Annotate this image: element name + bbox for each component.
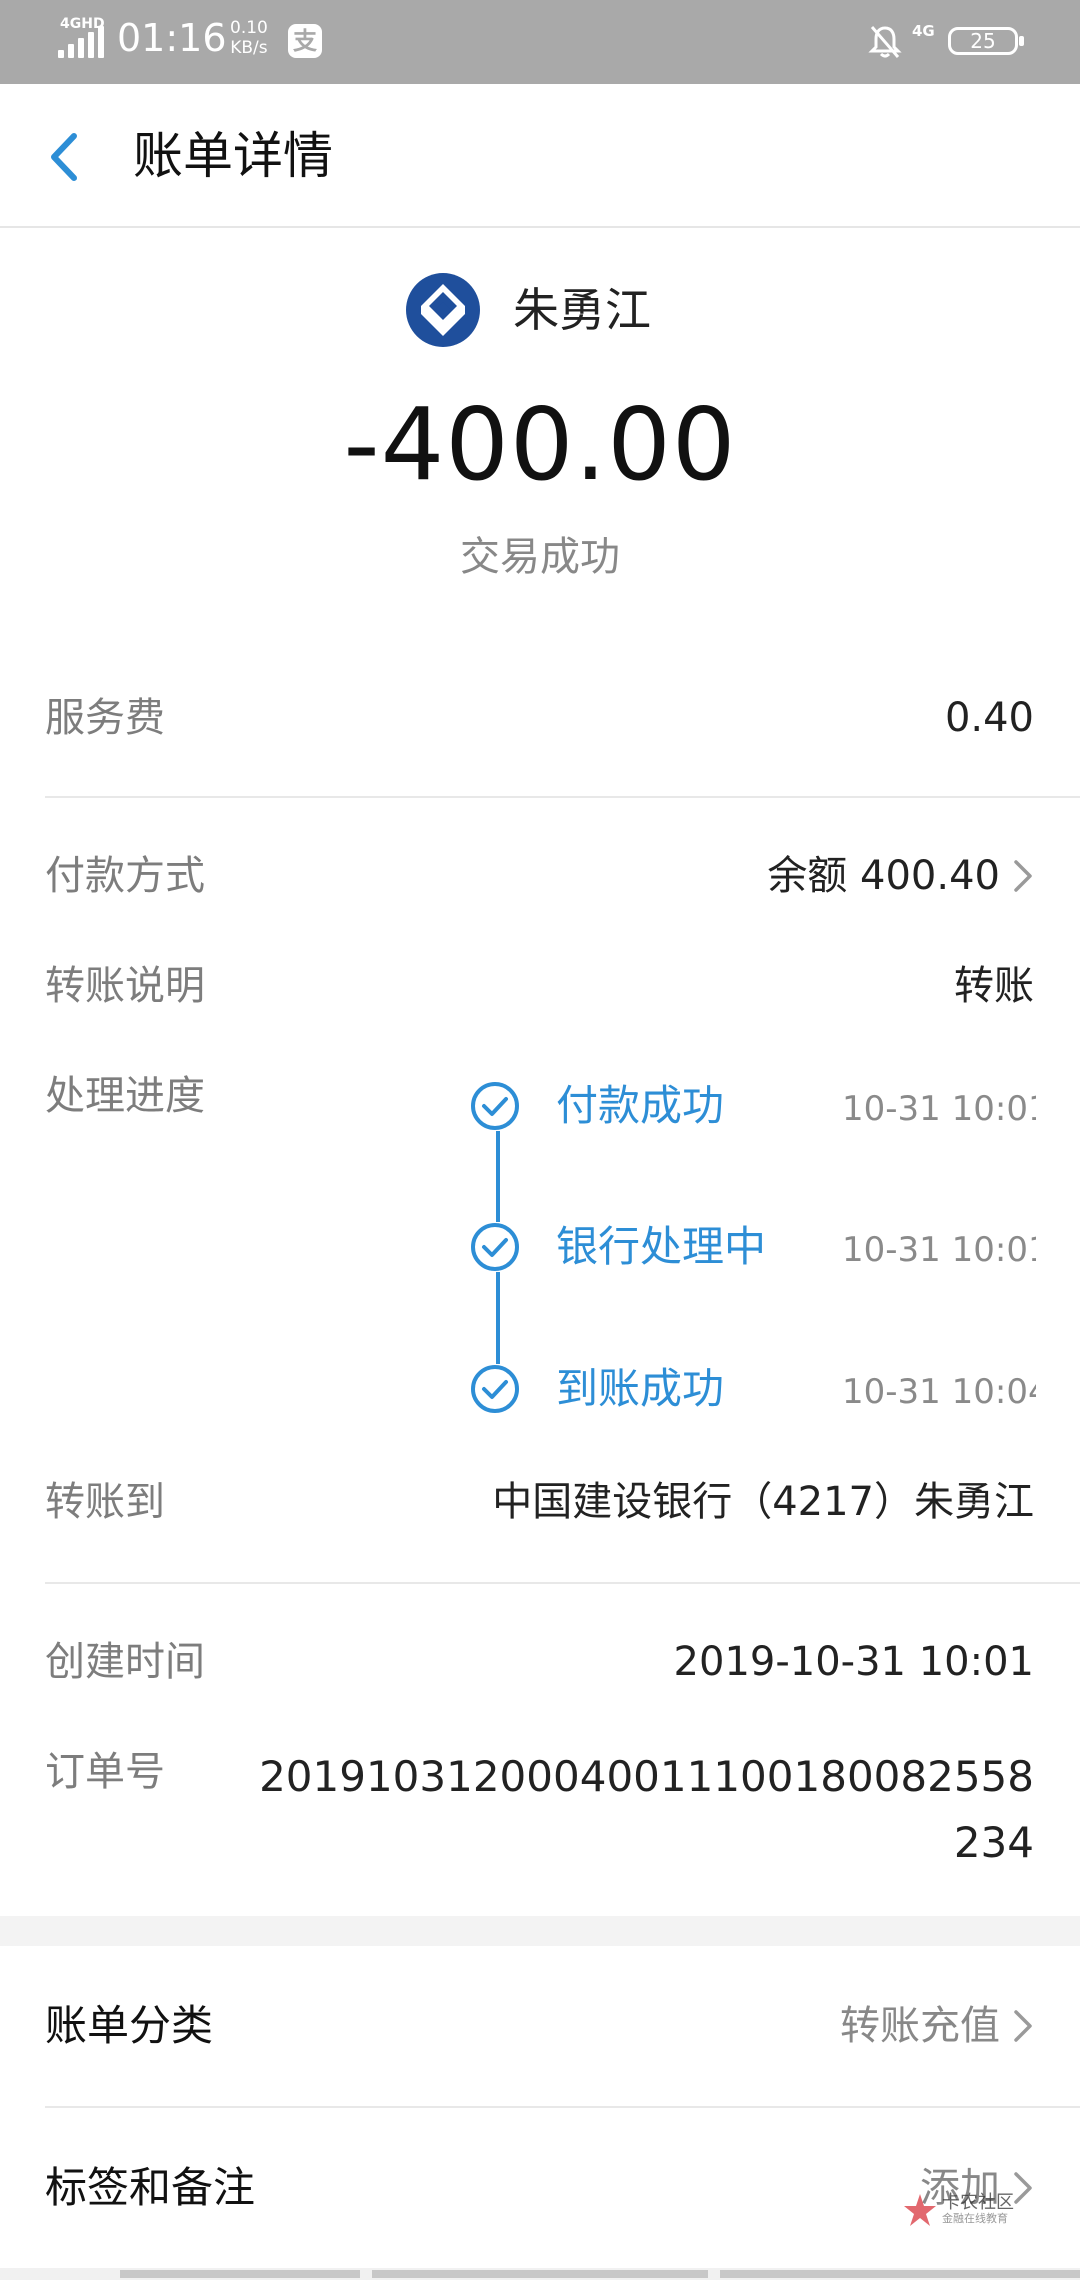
- page-title: 账单详情: [133, 127, 333, 185]
- ccb-bank-logo-icon: [406, 273, 480, 347]
- payment-method-label: 付款方式: [45, 853, 205, 899]
- status-bar: 4GHD 01:16 0.10 KB/s 支 4G 25: [0, 0, 1080, 84]
- progress-step-time: 10-31 10:01: [842, 1089, 1036, 1129]
- watermark-logo-icon: [904, 2194, 936, 2226]
- created-time-value: 2019-10-31 10:01: [673, 1639, 1034, 1685]
- network-speed: 0.10 KB/s: [230, 18, 268, 58]
- fee-value: 0.40: [944, 695, 1034, 741]
- transaction-amount: -400.00: [343, 386, 737, 503]
- progress-label: 处理进度: [45, 1073, 205, 1119]
- progress-step-label: 付款成功: [556, 1081, 725, 1130]
- check-circle-icon: [470, 1364, 520, 1414]
- chevron-right-icon: [1014, 2010, 1032, 2042]
- bill-category-row[interactable]: 转账充值: [840, 1996, 1034, 2056]
- bill-category-value: 转账充值: [840, 2003, 1000, 2049]
- memo-label: 转账说明: [45, 963, 205, 1009]
- transfer-to-label: 转账到: [45, 1479, 165, 1525]
- status-time: 01:16: [117, 16, 227, 60]
- divider: [45, 796, 1080, 798]
- progress-step-label: 到账成功: [556, 1364, 725, 1413]
- tags-notes-label: 标签和备注: [45, 2163, 256, 2212]
- chevron-right-icon: [1014, 860, 1032, 892]
- check-circle-icon: [470, 1222, 520, 1272]
- bell-muted-icon: [868, 26, 902, 58]
- transfer-to-value: 中国建设银行（4217）朱勇江: [492, 1479, 1034, 1525]
- progress-step-time: 10-31 10:04: [842, 1372, 1036, 1412]
- speed-value: 0.10: [230, 18, 268, 38]
- check-circle-icon: [470, 1081, 520, 1131]
- signal-icon: 4GHD: [58, 16, 106, 58]
- battery-icon: 25: [948, 27, 1024, 55]
- transaction-status: 交易成功: [460, 534, 620, 580]
- progress-step-label: 银行处理中: [556, 1222, 767, 1271]
- order-number-label: 订单号: [45, 1749, 165, 1795]
- watermark: 卡农社区 金融在线教育: [902, 2188, 1042, 2232]
- nav-header: 账单详情: [0, 84, 1080, 228]
- divider: [45, 1582, 1080, 1584]
- memo-value: 转账: [954, 963, 1034, 1009]
- speed-unit: KB/s: [230, 38, 268, 58]
- network-4g: 4G: [912, 22, 935, 40]
- fee-label: 服务费: [45, 695, 165, 741]
- progress-step-time: 10-31 10:01: [842, 1230, 1036, 1270]
- order-number-value: 20191031200040011100180082558234: [259, 1752, 1034, 1867]
- alipay-notification-icon: 支: [288, 24, 322, 58]
- payment-method-value: 余额 400.40: [767, 853, 1000, 899]
- bottom-indicator: [0, 2268, 1080, 2280]
- payment-method-row[interactable]: 余额 400.40: [767, 848, 1034, 904]
- section-gap: [0, 1916, 1080, 1946]
- watermark-subtext: 金融在线教育: [942, 2212, 1008, 2225]
- payee-name: 朱勇江: [513, 283, 651, 337]
- back-icon[interactable]: [44, 130, 84, 184]
- bill-category-label: 账单分类: [45, 2001, 214, 2050]
- divider: [45, 2106, 1080, 2108]
- created-time-label: 创建时间: [45, 1639, 205, 1685]
